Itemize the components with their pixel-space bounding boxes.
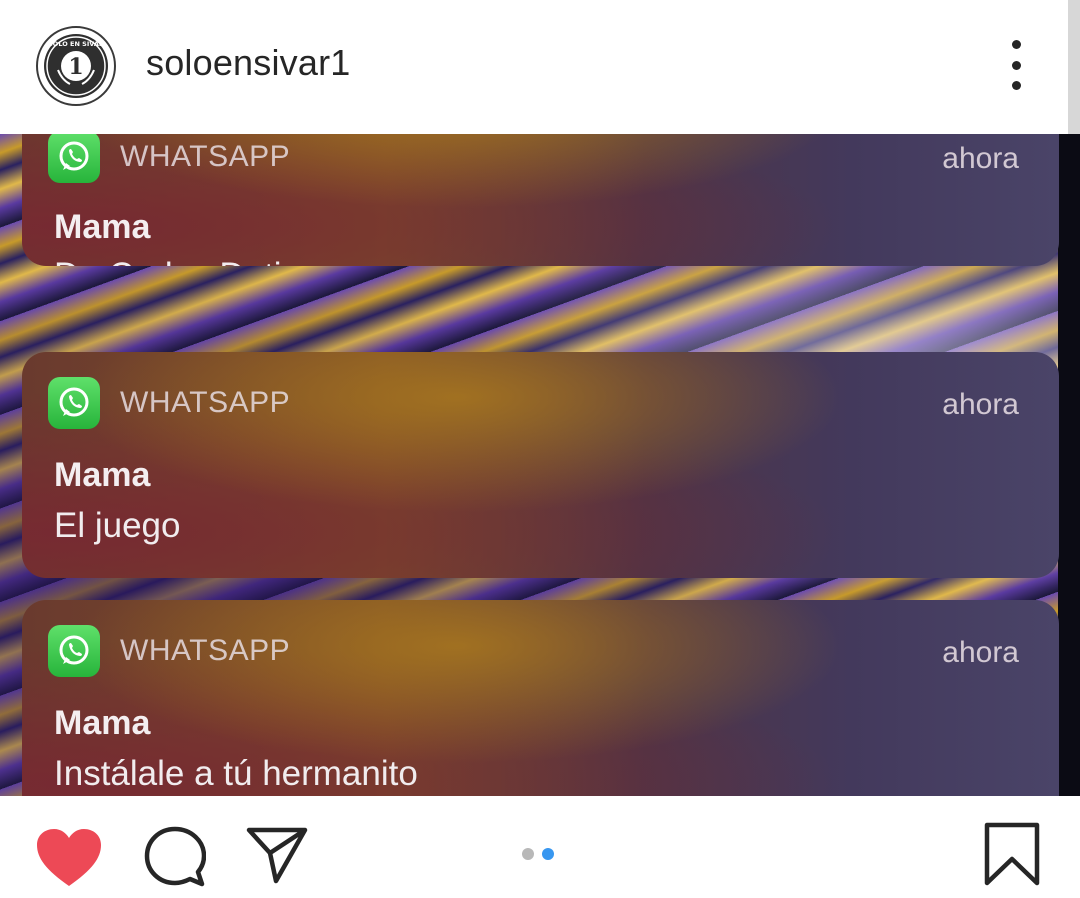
profile-avatar[interactable]: 1 SOLO EN SIVAR — [36, 26, 116, 106]
like-button[interactable] — [36, 828, 102, 888]
more-vertical-icon — [1011, 40, 1021, 49]
more-vertical-icon-dot — [1011, 60, 1021, 70]
image-edge — [1058, 134, 1080, 796]
heart-icon — [37, 829, 101, 886]
app-name: WHATSAPP — [120, 140, 291, 173]
notification-card: WHATSAPP ahora Mama De Carlos Duti — [22, 134, 1059, 266]
notification-header: WHATSAPP — [48, 134, 291, 183]
carousel-indicator — [522, 848, 554, 860]
username-link[interactable]: soloensivar1 — [146, 42, 351, 84]
notification-time: ahora — [942, 388, 1019, 421]
more-vertical-icon-dot — [1011, 81, 1021, 90]
comment-icon — [144, 826, 207, 887]
more-options-button[interactable] — [996, 40, 1036, 90]
share-button[interactable] — [246, 826, 308, 884]
notification-time: ahora — [942, 142, 1019, 175]
whatsapp-icon — [48, 134, 100, 183]
post-header: 1 SOLO EN SIVAR soloensivar1 — [0, 0, 1080, 158]
notification-sender: Mama — [54, 456, 151, 494]
whatsapp-icon — [48, 377, 100, 429]
notification-sender: Mama — [54, 208, 151, 246]
svg-text:SOLO EN SIVAR: SOLO EN SIVAR — [48, 40, 104, 48]
notification-message: De Carlos Duti — [54, 256, 282, 266]
whatsapp-icon — [48, 625, 100, 677]
post-image[interactable]: WHATSAPP ahora Mama De Carlos Duti WHATS… — [0, 134, 1080, 796]
notification-time: ahora — [942, 636, 1019, 669]
notification-card: WHATSAPP ahora Mama Instálale a tú herma… — [22, 600, 1059, 796]
notification-header: WHATSAPP — [48, 377, 291, 429]
post-action-bar — [0, 796, 1080, 898]
profile-logo-icon: 1 SOLO EN SIVAR — [36, 26, 116, 106]
comment-button[interactable] — [144, 826, 207, 888]
app-name: WHATSAPP — [120, 386, 291, 419]
notification-header: WHATSAPP — [48, 625, 291, 677]
notification-message: El juego — [54, 506, 181, 545]
send-icon — [246, 827, 308, 884]
save-button[interactable] — [984, 822, 1040, 886]
app-name: WHATSAPP — [120, 634, 291, 667]
carousel-dot — [522, 848, 534, 860]
bookmark-icon — [984, 822, 1040, 886]
notification-sender: Mama — [54, 704, 151, 742]
svg-text:1: 1 — [68, 54, 83, 80]
notification-card: WHATSAPP ahora Mama El juego — [22, 352, 1059, 578]
carousel-dot-active — [542, 848, 554, 860]
notification-message: Instálale a tú hermanito — [54, 754, 418, 793]
